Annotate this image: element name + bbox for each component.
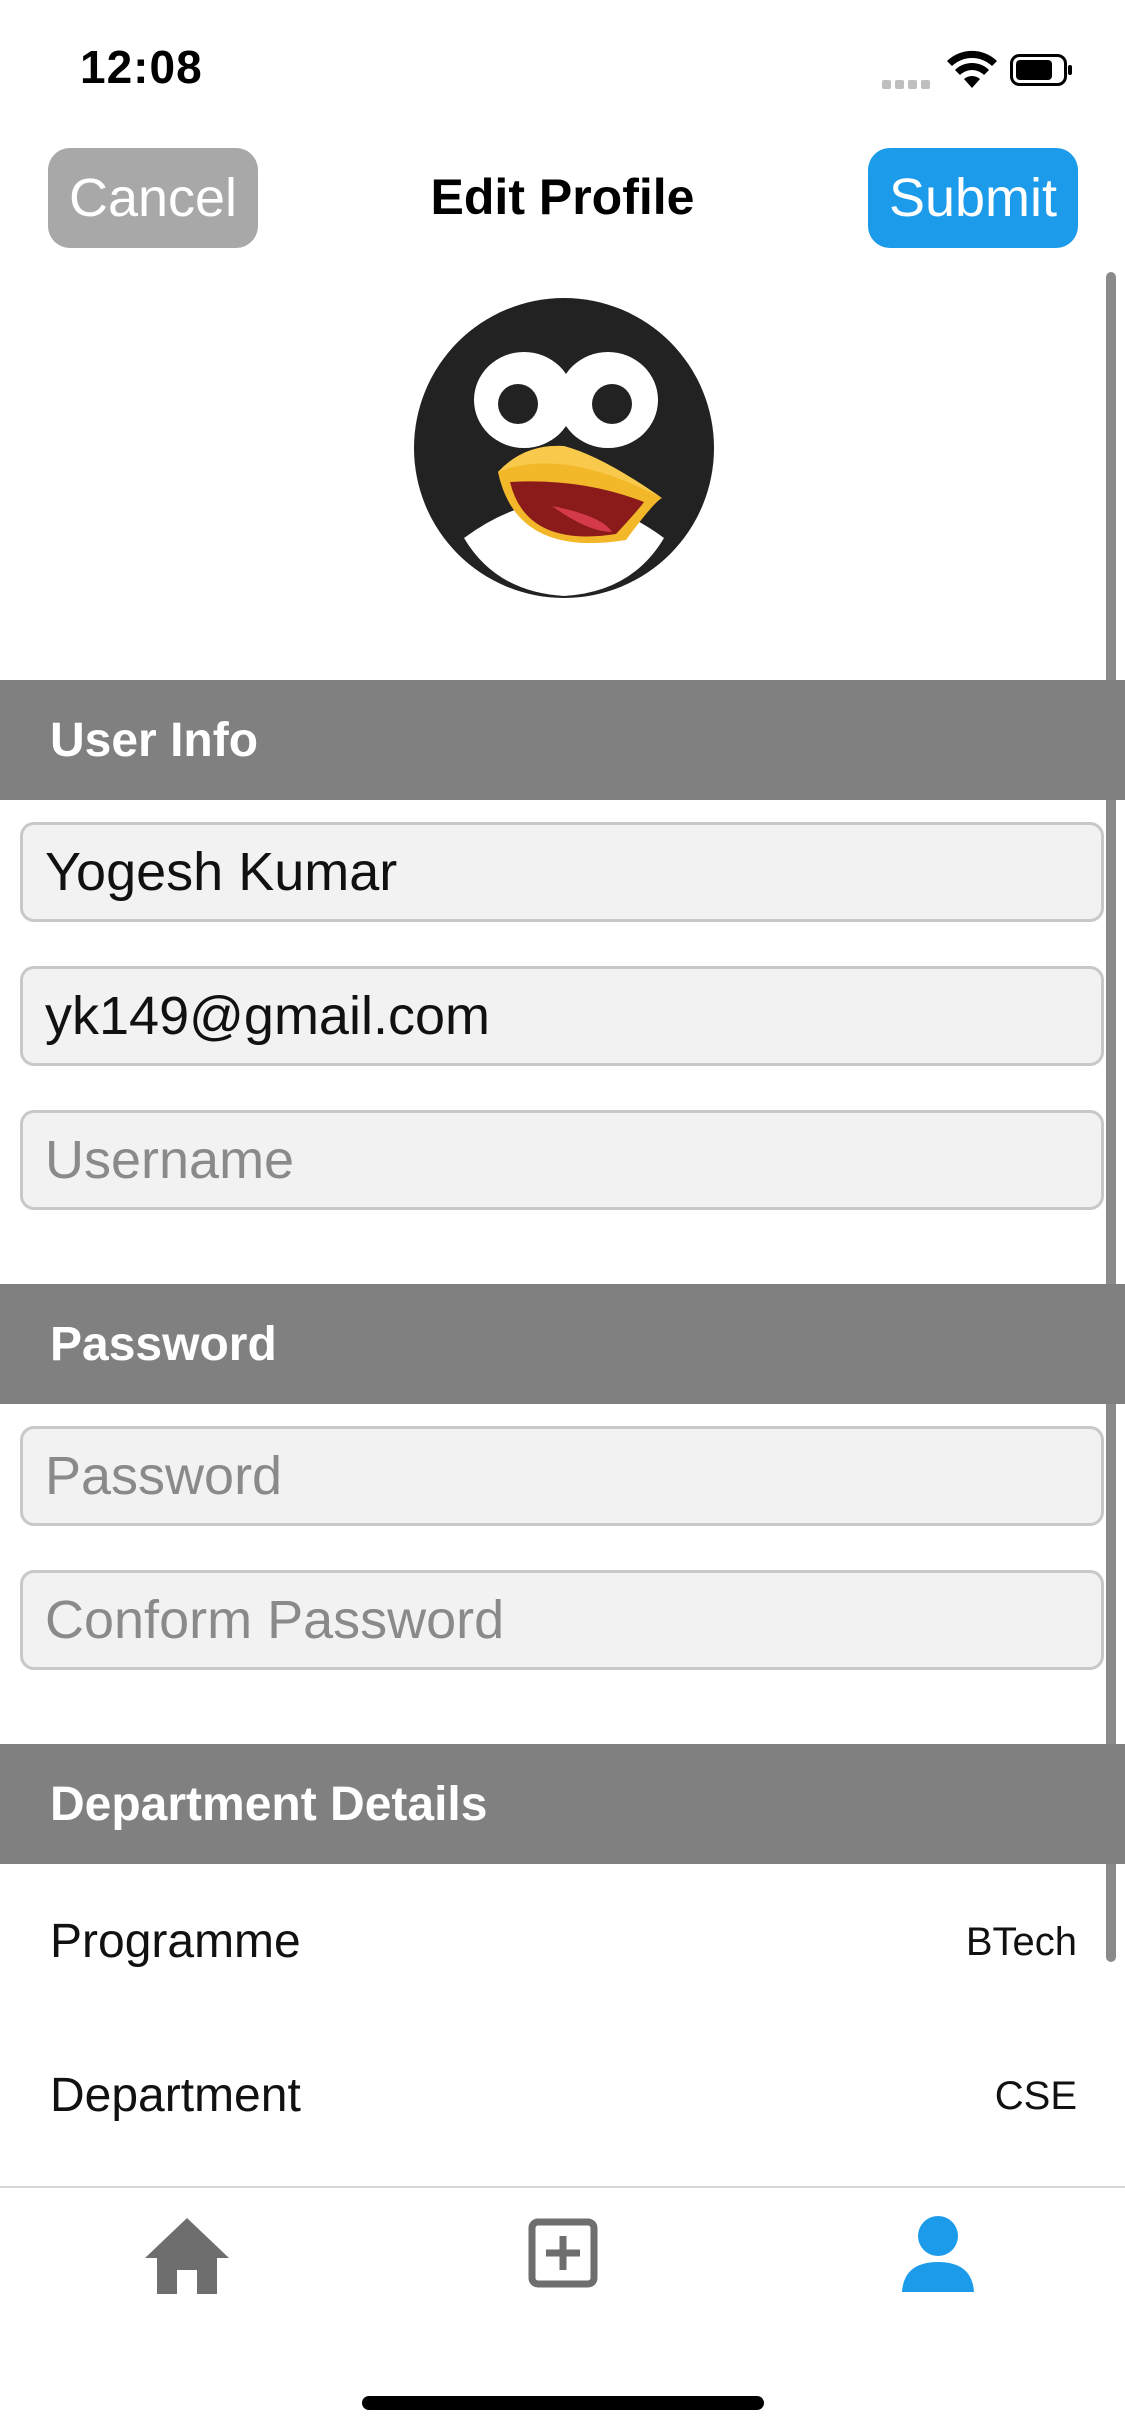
- scroll-indicator[interactable]: [1106, 272, 1116, 1962]
- wifi-icon: [947, 50, 997, 88]
- battery-icon: [1010, 54, 1072, 86]
- avatar[interactable]: [412, 296, 716, 600]
- add-square-icon[interactable]: [512, 2210, 612, 2300]
- status-time: 12:08: [80, 41, 203, 93]
- home-indicator[interactable]: [362, 2396, 764, 2410]
- home-icon[interactable]: [137, 2210, 237, 2300]
- submit-button[interactable]: Submit: [868, 148, 1078, 248]
- username-field[interactable]: Username: [20, 1110, 1104, 1210]
- email-field[interactable]: yk149@gmail.com: [20, 966, 1104, 1066]
- section-header-password: Password: [0, 1284, 1125, 1404]
- password-field[interactable]: Password: [20, 1426, 1104, 1526]
- department-value[interactable]: CSE: [995, 2074, 1077, 2119]
- programme-value[interactable]: BTech: [966, 1920, 1077, 1965]
- section-header-department: Department Details: [0, 1744, 1125, 1864]
- section-header-user-info: User Info: [0, 680, 1125, 800]
- department-label: Department: [50, 2069, 301, 2122]
- confirm-password-field[interactable]: Conform Password: [20, 1570, 1104, 1670]
- cellular-signal-icon: [882, 76, 934, 89]
- profile-icon[interactable]: [888, 2210, 988, 2300]
- name-field[interactable]: Yogesh Kumar: [20, 822, 1104, 922]
- tab-bar-divider: [0, 2186, 1125, 2188]
- programme-label: Programme: [50, 1915, 301, 1968]
